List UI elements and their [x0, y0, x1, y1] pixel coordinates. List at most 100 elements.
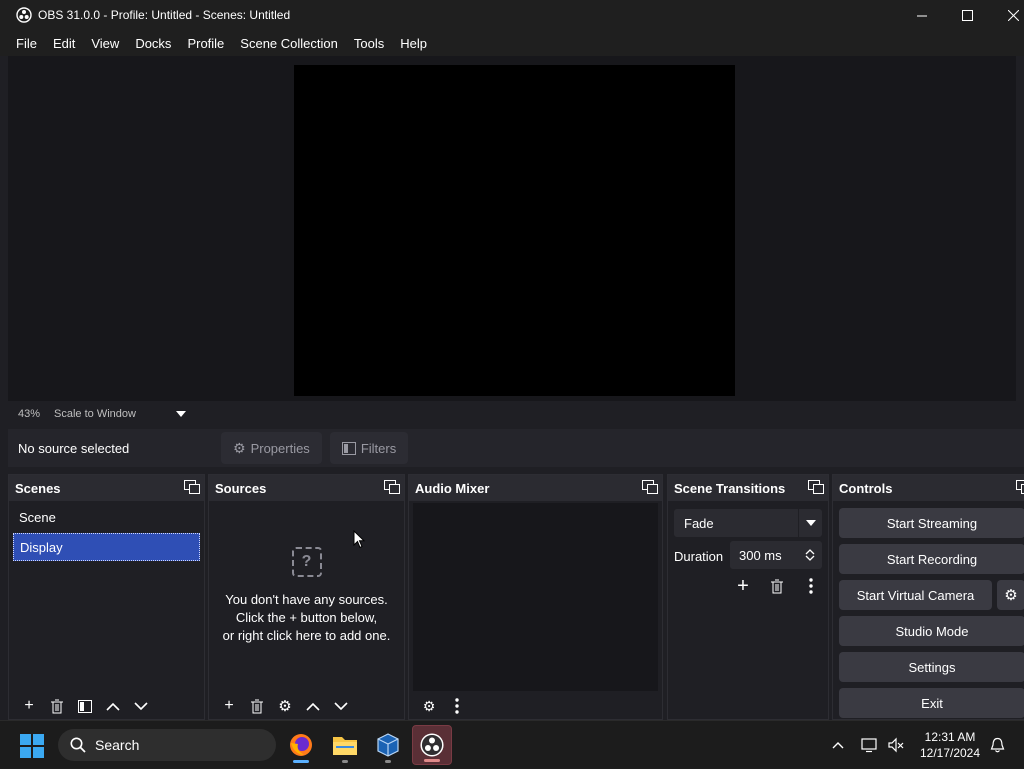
obs-logo-icon [420, 733, 444, 757]
windows-taskbar: Search 12:31 AM 12/17/2024 [0, 720, 1024, 768]
minimize-icon [917, 10, 928, 21]
taskbar-virtualbox[interactable] [368, 725, 408, 765]
audio-mixer-toolbar: ⚙ [409, 693, 662, 719]
running-indicator [385, 760, 391, 763]
search-icon [70, 737, 86, 753]
trash-icon [50, 699, 64, 714]
menu-docks[interactable]: Docks [127, 36, 179, 51]
menu-file[interactable]: File [8, 36, 45, 51]
scene-list-item[interactable]: Scene [13, 503, 200, 531]
windows-start-icon[interactable] [20, 734, 44, 758]
spin-up-icon[interactable] [805, 548, 815, 555]
move-source-up-button[interactable] [299, 695, 327, 717]
preview-canvas[interactable] [294, 65, 735, 396]
properties-button[interactable]: ⚙ Properties [221, 432, 322, 464]
virtual-camera-settings-button[interactable]: ⚙ [997, 580, 1024, 610]
clock-date: 12/17/2024 [912, 745, 988, 761]
chevron-down-icon [798, 509, 822, 537]
transition-select[interactable]: Fade [674, 509, 822, 537]
add-source-button[interactable]: + [215, 695, 243, 717]
show-hidden-icons-button[interactable] [826, 721, 850, 769]
scene-transitions-dock: Scene Transitions Fade Duration 300 ms + [667, 474, 829, 720]
settings-button[interactable]: Settings [839, 652, 1024, 682]
plus-icon: + [224, 697, 233, 715]
mixer-menu-button[interactable] [443, 695, 471, 717]
undock-icon[interactable] [384, 480, 400, 494]
source-toolbar: No source selected ⚙ Properties Filters [8, 429, 1024, 467]
controls-title: Controls [839, 481, 892, 496]
add-transition-button[interactable]: + [726, 575, 760, 597]
sources-toolbar: + ⚙ [209, 693, 404, 719]
network-icon [861, 737, 879, 753]
start-virtual-camera-button[interactable]: Start Virtual Camera [839, 580, 992, 610]
notifications-button[interactable] [986, 721, 1008, 769]
menu-help[interactable]: Help [392, 36, 435, 51]
spin-down-icon[interactable] [805, 555, 815, 562]
menu-scene-collection[interactable]: Scene Collection [232, 36, 346, 51]
scene-name: Scene [19, 510, 56, 525]
start-recording-button[interactable]: Start Recording [839, 544, 1024, 574]
add-scene-button[interactable]: + [15, 695, 43, 717]
scenes-dock-header: Scenes [9, 475, 204, 501]
duration-label: Duration [674, 549, 723, 564]
plus-icon: + [737, 575, 749, 598]
duration-spinbox[interactable]: 300 ms [730, 541, 822, 569]
close-button[interactable] [990, 0, 1024, 30]
menu-tools[interactable]: Tools [346, 36, 392, 51]
menu-view[interactable]: View [83, 36, 127, 51]
window-title: OBS 31.0.0 - Profile: Untitled - Scenes:… [38, 8, 290, 22]
scene-transitions-dock-header: Scene Transitions [668, 475, 828, 501]
filters-icon [78, 700, 92, 713]
remove-transition-button[interactable] [760, 575, 794, 597]
zoom-level: 43% [18, 408, 40, 420]
move-source-down-button[interactable] [327, 695, 355, 717]
gear-icon: ⚙ [1004, 586, 1017, 604]
audio-mixer-dock: Audio Mixer ⚙ [408, 474, 663, 720]
undock-icon[interactable] [184, 480, 200, 494]
scene-filters-button[interactable] [71, 695, 99, 717]
remove-source-button[interactable] [243, 695, 271, 717]
more-vertical-icon [455, 698, 459, 714]
undock-icon[interactable] [1016, 480, 1024, 494]
move-scene-down-button[interactable] [127, 695, 155, 717]
spin-arrows[interactable] [798, 541, 822, 569]
plus-icon: + [24, 697, 33, 715]
empty-message-line: You don't have any sources. [209, 591, 404, 609]
scale-dropdown-icon[interactable] [176, 411, 186, 417]
properties-label: Properties [251, 441, 310, 456]
transition-menu-button[interactable] [794, 575, 828, 597]
remove-scene-button[interactable] [43, 695, 71, 717]
menu-edit[interactable]: Edit [45, 36, 83, 51]
preview-zoom-bar: 43% Scale to Window [8, 404, 1016, 424]
advanced-audio-button[interactable]: ⚙ [415, 695, 443, 717]
taskbar-obs-studio[interactable] [412, 725, 452, 765]
volume-tray-button[interactable] [884, 721, 908, 769]
start-streaming-button[interactable]: Start Streaming [839, 508, 1024, 538]
move-scene-up-button[interactable] [99, 695, 127, 717]
menu-bar: File Edit View Docks Profile Scene Colle… [0, 30, 1024, 56]
menu-profile[interactable]: Profile [179, 36, 232, 51]
exit-button[interactable]: Exit [839, 688, 1024, 718]
scene-name: Display [20, 540, 63, 555]
studio-mode-button[interactable]: Studio Mode [839, 616, 1024, 646]
taskbar-file-explorer[interactable] [325, 725, 365, 765]
source-properties-button[interactable]: ⚙ [271, 695, 299, 717]
maximize-button[interactable] [944, 0, 990, 30]
scale-mode[interactable]: Scale to Window [54, 408, 136, 420]
undock-icon[interactable] [808, 480, 824, 494]
taskbar-clock[interactable]: 12:31 AM 12/17/2024 [912, 729, 988, 761]
audio-mixer-list[interactable] [413, 503, 658, 691]
running-indicator [342, 760, 348, 763]
taskbar-firefox[interactable] [281, 725, 321, 765]
gear-icon: ⚙ [278, 697, 291, 715]
taskbar-search[interactable]: Search [58, 729, 276, 761]
scenes-dock: Scenes Scene Display + [8, 474, 205, 720]
mouse-cursor-icon [353, 530, 365, 549]
sources-empty-state[interactable]: ? You don't have any sources. Click the … [209, 547, 404, 645]
scene-list-item-selected[interactable]: Display [13, 533, 200, 561]
network-tray-button[interactable] [858, 721, 882, 769]
minimize-button[interactable] [899, 0, 945, 30]
filters-button[interactable]: Filters [330, 432, 408, 464]
undock-icon[interactable] [642, 480, 658, 494]
chevron-up-icon [306, 702, 320, 711]
